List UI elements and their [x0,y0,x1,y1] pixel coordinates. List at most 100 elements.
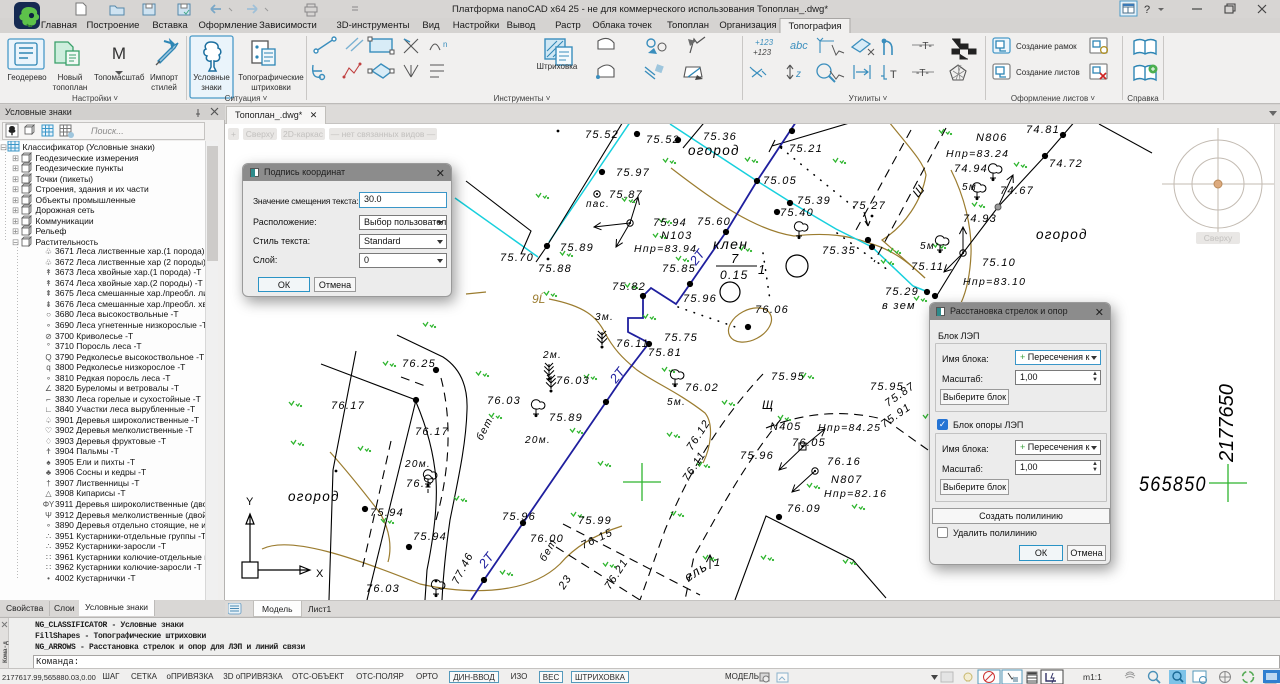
svg-text:75.40: 75.40 [780,207,814,219]
svg-text:76.03: 76.03 [366,583,400,595]
svg-text:75.82: 75.82 [612,281,646,293]
svg-text:N807: N807 [831,474,863,486]
svg-text:5м: 5м [962,182,977,193]
svg-text:X: X [316,568,324,580]
svg-text:Нпр=83.94: Нпр=83.94 [634,243,697,255]
svg-text:74.72: 74.72 [1049,158,1083,170]
svg-text:z: z [795,69,801,80]
svg-text:5м.: 5м. [667,397,686,408]
svg-text:огород: огород [1036,227,1088,242]
svg-text:75.05: 75.05 [763,175,797,187]
svg-text:76.17: 76.17 [415,426,449,438]
svg-text:0.15: 0.15 [720,268,749,282]
svg-text:M: M [112,44,126,63]
svg-text:+123: +123 [753,48,772,57]
svg-text:75.88: 75.88 [538,263,572,275]
svg-text:2Т: 2Т [475,549,497,572]
svg-text:77.46: 77.46 [450,551,476,587]
svg-text:2Т: 2Т [606,364,628,387]
svg-text:3м.: 3м. [595,312,614,323]
svg-text:75.91: 75.91 [879,401,914,430]
svg-text:огород: огород [288,489,340,504]
svg-text:75.87: 75.87 [609,189,643,201]
svg-text:бет.: бет. [474,412,498,443]
svg-text:75.81: 75.81 [648,347,682,359]
svg-text:75.21: 75.21 [789,143,823,155]
svg-text:76.11: 76.11 [680,449,708,483]
svg-text:76.: 76. [406,478,425,490]
svg-text:N806: N806 [976,132,1008,144]
svg-text:75.75: 75.75 [664,332,698,344]
svg-text:75.36: 75.36 [703,131,737,143]
svg-text:+123: +123 [755,38,774,47]
svg-text:-Т-: -Т- [919,41,932,52]
svg-text:75.96: 75.96 [502,511,536,523]
svg-text:74.67: 74.67 [1000,185,1034,197]
svg-text:76.05: 76.05 [792,437,826,449]
svg-text:75.99: 75.99 [578,515,612,527]
svg-text:ель: ель [681,558,710,584]
svg-text:75.39: 75.39 [797,195,831,207]
svg-text:1: 1 [758,262,767,277]
svg-text:75.89: 75.89 [549,412,583,424]
svg-text:75.60: 75.60 [697,216,731,228]
svg-text:-Т-: -Т- [916,68,929,79]
svg-text:76.16: 76.16 [827,456,861,468]
svg-text:76.03: 76.03 [556,375,590,387]
svg-text:75.85: 75.85 [662,263,696,275]
svg-text:76.17: 76.17 [331,400,365,412]
svg-text:76.11: 76.11 [616,338,649,350]
svg-text:клен: клен [713,236,748,252]
svg-text:76.02: 76.02 [685,382,719,394]
svg-text:7: 7 [731,251,740,266]
svg-text:N405: N405 [770,421,802,433]
svg-text:76.03: 76.03 [487,395,521,407]
svg-text:abc: abc [790,40,808,52]
svg-text:75.89: 75.89 [560,242,594,254]
svg-text:Щ: Щ [762,398,774,412]
svg-text:?: ? [1144,4,1150,16]
svg-text:75.94: 75.94 [413,531,447,543]
svg-text:75.96: 75.96 [683,293,717,305]
svg-text:23: 23 [556,573,575,593]
svg-text:N103: N103 [661,230,693,242]
svg-text:76.09: 76.09 [787,503,821,515]
svg-text:76.25: 76.25 [402,358,436,370]
svg-text:20м.: 20м. [524,435,551,446]
svg-text:75.35: 75.35 [822,245,856,257]
svg-text:74.81: 74.81 [1026,124,1060,136]
svg-text:огород: огород [688,143,740,158]
svg-text:в зем: в зем [882,300,916,312]
svg-text:76.21: 76.21 [602,557,631,592]
svg-text:1: 1 [714,557,720,569]
svg-text:75.52: 75.52 [585,129,619,141]
svg-text:565850: 565850 [1139,472,1207,496]
svg-text:75.29: 75.29 [885,286,919,298]
svg-text:Y: Y [246,496,254,508]
svg-text:2177650: 2177650 [1216,384,1238,463]
svg-text:75.97: 75.97 [616,167,650,179]
svg-text:Кома-д: Кома-д [2,641,9,663]
svg-text:Нпр=83.24: Нпр=83.24 [946,148,1009,160]
svg-text:пас.: пас. [586,199,610,210]
svg-text:5м: 5м [920,241,935,252]
svg-text:9Ĺ: 9Ĺ [532,291,545,306]
svg-text:75.96: 75.96 [740,450,774,462]
svg-text:75.94: 75.94 [370,507,404,519]
svg-text:76.06: 76.06 [755,304,789,316]
svg-text:20м.: 20м. [404,459,431,470]
svg-text:75.10: 75.10 [982,257,1016,269]
svg-text:T: T [890,69,897,81]
svg-text:m1:1: m1:1 [1083,672,1102,682]
svg-text:Нпр=83.10: Нпр=83.10 [963,276,1026,288]
svg-text:74.94: 74.94 [954,163,988,175]
svg-text:n: n [443,40,447,49]
svg-text:Ш: Ш [910,181,929,199]
svg-text:75.11: 75.11 [911,261,944,273]
svg-text:75.52: 75.52 [646,134,680,146]
svg-text:75.94: 75.94 [653,217,687,229]
svg-text:75.95: 75.95 [771,371,805,383]
svg-text:Нпр=84.25: Нпр=84.25 [818,422,881,434]
svg-text:74.93: 74.93 [963,213,997,225]
svg-text:75.70: 75.70 [500,252,534,264]
